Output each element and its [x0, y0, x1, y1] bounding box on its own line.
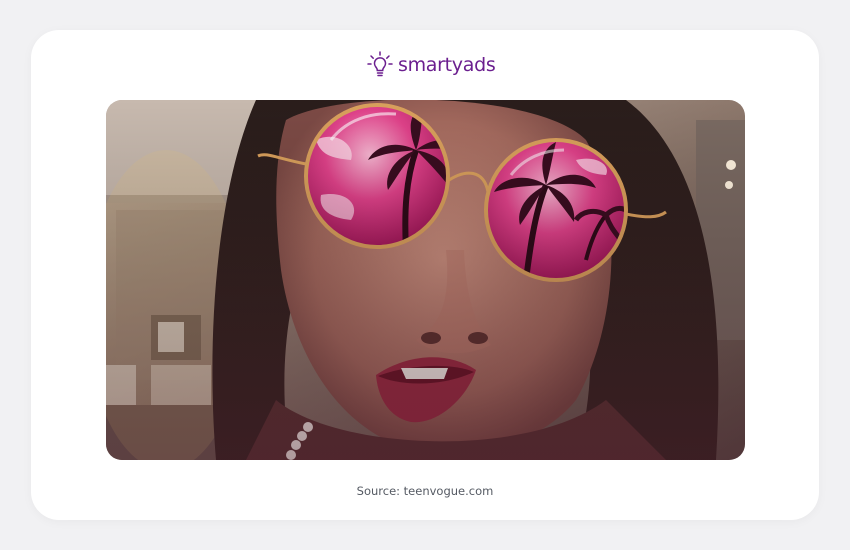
image-source-caption: Source: teenvogue.com: [356, 484, 494, 498]
lightbulb-icon: [367, 51, 393, 77]
brand-name: smartyads: [398, 54, 496, 76]
photo-sunglasses-filter: [106, 100, 745, 460]
brand-logo[interactable]: smartyads: [366, 50, 496, 80]
